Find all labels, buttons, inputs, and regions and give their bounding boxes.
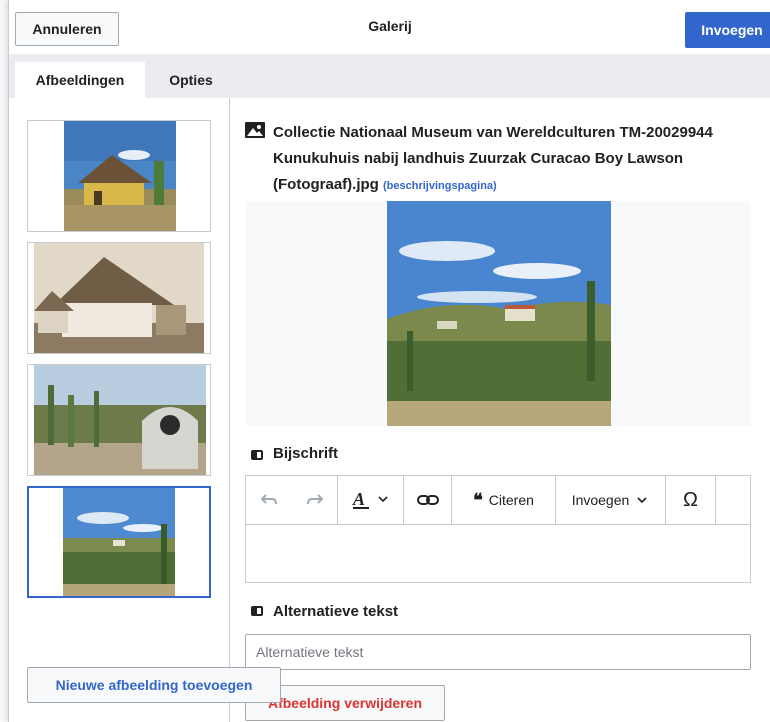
redo-button[interactable]	[292, 476, 338, 524]
image-list	[9, 98, 230, 722]
text-style-menu[interactable]: A	[338, 476, 404, 524]
insert-menu-label: Invoegen	[571, 492, 630, 508]
file-title: Collectie Nationaal Museum van Wereldcul…	[273, 120, 753, 199]
background-page	[0, 0, 8, 722]
caption-icon	[251, 450, 263, 460]
chevron-down-icon	[637, 497, 647, 504]
image-icon	[245, 122, 265, 138]
link-icon	[416, 495, 439, 505]
svg-text:A: A	[352, 490, 365, 509]
tab-options[interactable]: Opties	[149, 62, 233, 98]
dialog-title: Galerij	[368, 18, 412, 34]
image-preview	[245, 201, 751, 426]
quote-icon: ❝	[473, 489, 483, 510]
thumbnail-image	[63, 488, 175, 596]
gallery-thumbnail[interactable]	[27, 364, 211, 476]
gallery-thumbnail[interactable]	[27, 242, 211, 354]
thumbnail-image	[64, 121, 176, 231]
editor-toolbar: A ❝ Citeren Invoegen Ω	[246, 476, 750, 525]
image-detail-panel: Collectie Nationaal Museum van Wereldcul…	[245, 98, 770, 722]
tab-images[interactable]: Afbeeldingen	[15, 62, 145, 98]
gallery-thumbnail[interactable]	[27, 120, 211, 232]
gallery-thumbnail-selected[interactable]	[27, 486, 211, 598]
description-page-link[interactable]: (beschrijvingspagina)	[383, 180, 497, 192]
insert-button[interactable]: Invoegen	[685, 12, 770, 48]
tab-bar: Afbeeldingen Opties	[9, 54, 770, 98]
cite-button[interactable]: ❝ Citeren	[452, 476, 556, 524]
thumbnail-image	[34, 365, 206, 475]
link-button[interactable]	[404, 476, 452, 524]
dialog-header: Annuleren Galerij Invoegen	[9, 0, 770, 55]
alt-text-input[interactable]	[245, 634, 751, 670]
text-style-icon: A	[352, 490, 388, 509]
alt-text-icon	[251, 606, 263, 616]
caption-label: Bijschrift	[273, 445, 339, 462]
gallery-dialog: Annuleren Galerij Invoegen Afbeeldingen …	[8, 0, 770, 722]
undo-button[interactable]	[246, 476, 292, 524]
caption-text-area[interactable]	[246, 525, 750, 582]
thumbnail-image	[34, 243, 204, 353]
redo-icon	[306, 494, 323, 505]
cite-label: Citeren	[488, 492, 534, 508]
preview-image	[387, 201, 611, 426]
insert-menu[interactable]: Invoegen	[556, 476, 666, 524]
caption-editor: A ❝ Citeren Invoegen Ω	[245, 475, 751, 583]
undo-icon	[260, 494, 277, 505]
add-image-button[interactable]: Nieuwe afbeelding toevoegen	[27, 667, 281, 703]
special-character-button[interactable]: Ω	[666, 476, 716, 524]
alt-text-label: Alternatieve tekst	[273, 603, 399, 620]
